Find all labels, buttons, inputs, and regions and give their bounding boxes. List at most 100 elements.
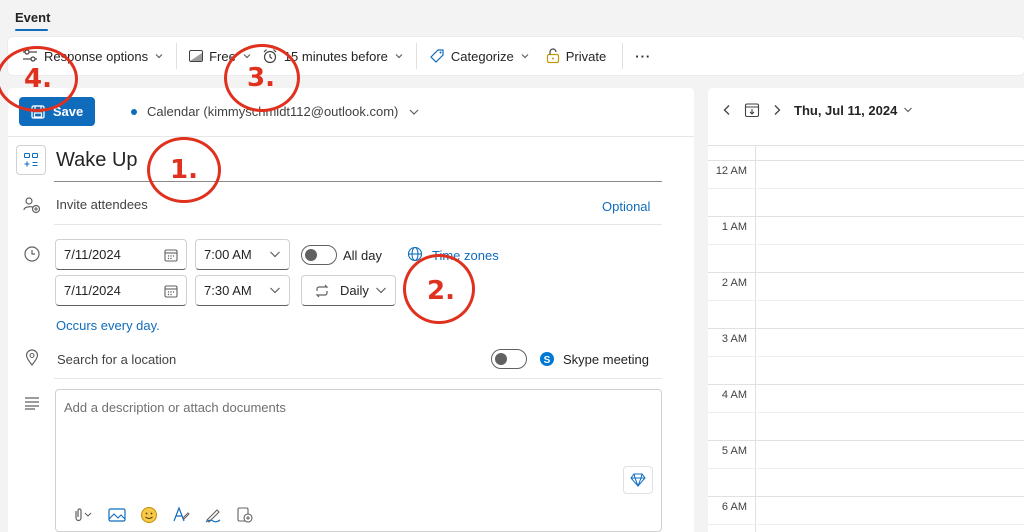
chevron-down-icon [270,251,280,258]
hour-label: 6 AM [721,501,747,513]
hour-line [708,216,1024,217]
repeat-dropdown[interactable]: Daily [301,275,396,306]
location-underline [54,378,662,379]
annotation-number-2: 2. [427,276,455,306]
description-editor[interactable]: Add a description or attach documents [55,389,662,532]
end-time-dropdown[interactable]: 7:30 AM [195,275,290,306]
more-options-icon: ··· [635,48,652,64]
calendar-icon [164,249,178,262]
emoji-icon[interactable] [140,506,158,524]
chevron-down-icon [409,109,419,115]
ribbon-toolbar: Response options Free 15 minutes before … [8,37,1024,75]
editor-gem-button[interactable] [623,466,653,494]
reminder-label: 15 minutes before [283,48,388,64]
end-time-value: 7:30 AM [204,283,252,298]
hour-line [708,384,1024,385]
tag-icon [430,49,444,63]
svg-text:S: S [544,355,551,366]
chevron-left-icon[interactable] [722,104,732,116]
end-date-value: 7/11/2024 [64,283,121,298]
hour-label: 12 AM [715,165,747,177]
event-type-icon-button[interactable] [16,145,46,175]
start-date-field[interactable]: 7/11/2024 [55,239,187,270]
day-time-grid[interactable]: 12 AM 1 AM 2 AM 3 AM 4 AM 5 AM 6 AM [708,145,1024,532]
attach-icon[interactable] [70,507,94,523]
toolbar-divider [176,43,178,69]
hour-label: 4 AM [721,389,747,401]
chevron-down-icon [376,287,386,294]
tab-event[interactable]: Event [15,10,50,25]
toolbar-divider [415,43,417,69]
private-label: Private [565,48,607,64]
start-time-dropdown[interactable]: 7:00 AM [195,239,290,270]
hour-label: 5 AM [721,445,747,457]
title-underline [54,181,662,182]
go-to-today-icon[interactable] [744,102,760,118]
categorize-button[interactable]: Categorize [429,42,530,70]
hour-line [708,328,1024,329]
start-time-value: 7:00 AM [204,247,252,262]
tab-active-indicator [15,29,48,31]
chevron-down-icon [904,107,913,113]
half-hour-line [708,300,1024,301]
hour-line [708,496,1024,497]
start-date-value: 7/11/2024 [64,247,121,262]
half-hour-line [708,412,1024,413]
skype-meeting-toggle[interactable] [491,349,527,369]
people-add-icon [22,195,42,215]
toolbar-divider [622,43,624,69]
grid-line [708,145,1024,146]
hour-line [708,160,1024,161]
event-form: Save Calendar (kimmyschmidt112@outlook.c… [8,88,694,532]
skype-icon: S [537,349,557,369]
half-hour-line [708,356,1024,357]
repeat-icon [315,284,329,297]
private-button[interactable]: Private [546,42,606,70]
skype-meeting-label: Skype meeting [563,352,649,367]
text-lines-icon [22,393,42,413]
location-pin-icon [22,348,42,368]
hour-label: 1 AM [721,221,747,233]
calendar-icon [164,285,178,298]
event-title-input[interactable]: Wake Up [56,149,138,172]
location-input[interactable]: Search for a location [57,352,176,367]
hour-line [708,440,1024,441]
half-hour-line [708,244,1024,245]
more-options-button[interactable]: ··· [635,42,651,70]
loop-component-icon[interactable] [236,506,254,524]
free-status-icon [189,50,204,62]
format-text-icon[interactable] [172,506,190,524]
optional-attendees-link[interactable]: Optional [602,199,650,214]
all-day-label: All day [343,248,383,263]
chevron-down-icon [155,54,163,59]
calendar-nav: Thu, Jul 11, 2024 [722,102,913,118]
half-hour-line [708,468,1024,469]
occurs-text[interactable]: Occurs every day. [56,318,160,333]
hour-line [708,272,1024,273]
invite-attendees-input[interactable]: Invite attendees [56,197,148,212]
all-day-toggle[interactable] [301,245,337,265]
toggle-knob [495,353,507,365]
diamond-icon [630,473,646,487]
day-calendar-panel: Thu, Jul 11, 2024 12 AM 1 AM 2 AM 3 AM 4 AM 5… [708,88,1024,532]
header-divider [8,136,694,137]
categorize-label: Categorize [450,48,514,64]
tab-bar: Event [0,0,1024,34]
end-date-field[interactable]: 7/11/2024 [55,275,187,306]
half-hour-line [708,188,1024,189]
calendar-color-dot [131,108,137,115]
signature-icon[interactable] [204,506,222,524]
hour-label: 3 AM [721,333,747,345]
image-icon[interactable] [108,507,126,523]
half-hour-line [708,524,1024,525]
annotation-number-1: 1. [170,155,198,185]
apps-icon [23,152,39,167]
calendar-date-label: Thu, Jul 11, 2024 [794,102,898,118]
calendar-date-picker[interactable]: Thu, Jul 11, 2024 [794,103,913,118]
chevron-down-icon [270,287,280,294]
annotation-number-3: 3. [247,63,275,93]
chevron-right-icon[interactable] [772,104,782,116]
clock-icon [22,244,42,264]
repeat-value: Daily [340,283,369,298]
lock-icon [546,48,559,64]
